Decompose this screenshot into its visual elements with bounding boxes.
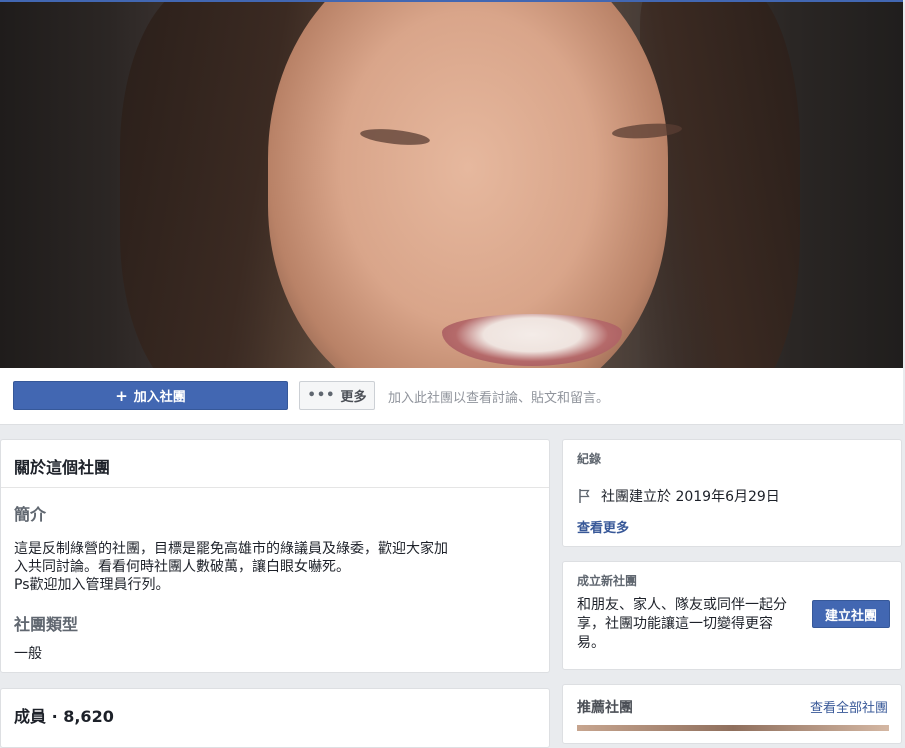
ellipsis-icon: ••• bbox=[307, 388, 336, 403]
description-line: 這是反制綠營的社團，目標是罷免高雄市的綠議員及綠委，歡迎大家加 bbox=[14, 541, 448, 557]
history-caption: 紀錄 bbox=[577, 452, 602, 466]
join-group-button[interactable]: + 加入社團 bbox=[13, 381, 288, 410]
suggested-group-thumbnail[interactable] bbox=[577, 725, 889, 731]
members-card: 成員 · 8,620 bbox=[0, 688, 550, 748]
create-group-card: 成立新社團 和朋友、家人、隊友或同伴一起分享，社團功能讓這一切變得更容易。 建立… bbox=[562, 561, 902, 670]
join-group-label: 加入社團 bbox=[133, 390, 186, 405]
created-date-text: 社團建立於 2019年6月29日 bbox=[601, 489, 780, 505]
cover-photo bbox=[0, 0, 903, 370]
about-title: 關於這個社團 bbox=[1, 440, 549, 488]
group-type-label: 社團類型 bbox=[14, 615, 79, 634]
group-action-bar: + 加入社團 ••• 更多 加入此社團以查看討論、貼文和留言。 bbox=[0, 368, 903, 425]
create-group-text: 和朋友、家人、隊友或同伴一起分享，社團功能讓這一切變得更容易。 bbox=[577, 597, 787, 651]
suggested-groups-card: 推薦社團 查看全部社團 bbox=[562, 684, 902, 744]
see-more-link[interactable]: 查看更多 bbox=[577, 517, 629, 536]
created-date-row: 社團建立於 2019年6月29日 bbox=[577, 486, 780, 506]
suggested-groups-caption: 推薦社團 bbox=[577, 700, 633, 716]
description-line: 入共同討論。看看何時社團人數破萬，讓白眼女嚇死。 bbox=[14, 559, 350, 575]
join-hint-text: 加入此社團以查看討論、貼文和留言。 bbox=[388, 391, 610, 406]
about-group-card: 關於這個社團 簡介 這是反制綠營的社團，目標是罷免高雄市的綠議員及綠委，歡迎大家… bbox=[0, 439, 550, 673]
see-all-groups-link[interactable]: 查看全部社團 bbox=[810, 697, 888, 716]
flag-icon bbox=[579, 489, 590, 503]
create-group-button[interactable]: 建立社團 bbox=[812, 600, 890, 628]
more-button[interactable]: ••• 更多 bbox=[299, 381, 375, 410]
group-type-value: 一般 bbox=[14, 646, 42, 662]
description-line: Ps歡迎加入管理員行列。 bbox=[14, 577, 170, 593]
cover-face bbox=[268, 2, 668, 370]
members-title[interactable]: 成員 · 8,620 bbox=[14, 703, 114, 727]
plus-icon: + bbox=[115, 386, 128, 405]
more-label: 更多 bbox=[340, 390, 367, 405]
create-group-caption: 成立新社團 bbox=[577, 574, 638, 588]
intro-label: 簡介 bbox=[14, 505, 47, 524]
group-description: 這是反制綠營的社團，目標是罷免高雄市的綠議員及綠委，歡迎大家加 入共同討論。看看… bbox=[14, 540, 534, 594]
history-card: 紀錄 社團建立於 2019年6月29日 查看更多 bbox=[562, 439, 902, 547]
